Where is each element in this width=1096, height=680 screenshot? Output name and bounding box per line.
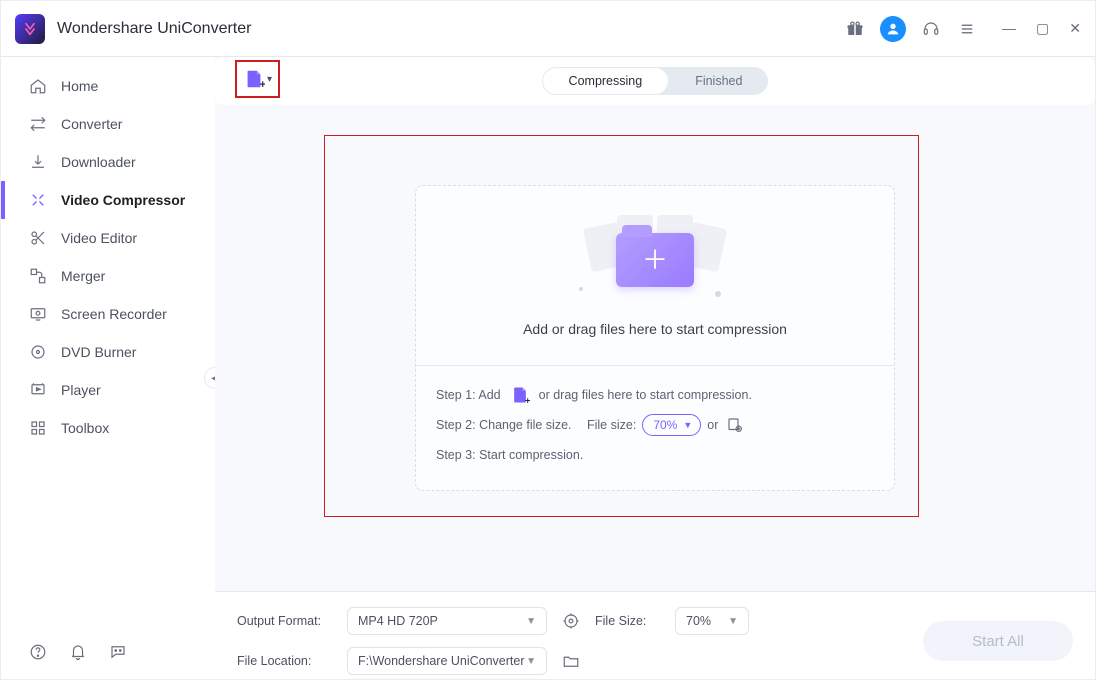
title-bar: Wondershare UniConverter — ▢ ✕ xyxy=(1,1,1095,57)
drop-text: Add or drag files here to start compress… xyxy=(523,321,787,337)
sidebar-item-home[interactable]: Home xyxy=(1,67,215,105)
account-avatar[interactable] xyxy=(880,16,906,42)
step2-text-a: Step 2: Change file size. xyxy=(436,418,572,432)
sidebar-item-downloader[interactable]: Downloader xyxy=(1,143,215,181)
sidebar-item-label: Player xyxy=(61,382,101,398)
sidebar-item-label: DVD Burner xyxy=(61,344,136,360)
output-format-select[interactable]: MP4 HD 720P ▼ xyxy=(347,607,547,635)
sidebar: Home Converter Downloader Video Compress… xyxy=(1,57,215,679)
folder-icon: ＋ xyxy=(616,233,694,287)
editor-icon xyxy=(29,229,47,247)
add-file-icon: + xyxy=(510,385,530,405)
start-all-button[interactable]: Start All xyxy=(923,621,1073,661)
toolbar: + ▾ Compressing Finished xyxy=(215,57,1095,105)
app-logo xyxy=(15,14,45,44)
merger-icon xyxy=(29,267,47,285)
sidebar-item-player[interactable]: Player xyxy=(1,371,215,409)
sidebar-item-label: Video Editor xyxy=(61,230,137,246)
file-size-pill[interactable]: 70% ▼ xyxy=(642,414,701,436)
file-size-value-footer: 70% xyxy=(686,614,711,628)
downloader-icon xyxy=(29,153,47,171)
support-icon[interactable] xyxy=(920,18,942,40)
file-location-label: File Location: xyxy=(237,654,337,668)
step-2: Step 2: Change file size. File size: 70%… xyxy=(436,410,874,440)
file-location-select[interactable]: F:\Wondershare UniConverter ▼ xyxy=(347,647,547,675)
plus-icon: ＋ xyxy=(642,247,668,273)
step-1: Step 1: Add + or drag files here to star… xyxy=(436,380,874,410)
chevron-down-icon: ▾ xyxy=(267,74,272,85)
steps: Step 1: Add + or drag files here to star… xyxy=(416,366,894,490)
sidebar-item-label: Home xyxy=(61,78,98,94)
recorder-icon xyxy=(29,305,47,323)
drop-zone[interactable]: ＋ Add or drag files here to start compre… xyxy=(416,186,894,366)
sidebar-item-label: Video Compressor xyxy=(61,192,185,208)
compressor-icon xyxy=(29,191,47,209)
file-size-value: 70% xyxy=(653,418,677,432)
output-settings-icon[interactable] xyxy=(557,612,585,630)
tab-compressing[interactable]: Compressing xyxy=(542,67,670,95)
svg-text:+: + xyxy=(260,79,266,90)
sidebar-item-toolbox[interactable]: Toolbox xyxy=(1,409,215,447)
drop-card: ＋ Add or drag files here to start compre… xyxy=(415,185,895,491)
tab-finished[interactable]: Finished xyxy=(669,67,768,95)
sidebar-item-label: Toolbox xyxy=(61,420,109,436)
svg-text:+: + xyxy=(525,395,530,405)
tabs: Compressing Finished xyxy=(542,67,769,95)
sidebar-item-video-compressor[interactable]: Video Compressor xyxy=(1,181,215,219)
feedback-icon[interactable] xyxy=(109,643,127,661)
add-file-button[interactable]: + ▾ xyxy=(235,60,280,98)
sidebar-item-label: Merger xyxy=(61,268,105,284)
step1-text-a: Step 1: Add xyxy=(436,388,501,402)
sidebar-item-label: Screen Recorder xyxy=(61,306,167,322)
add-file-icon: + xyxy=(243,68,265,90)
maximize-button[interactable]: ▢ xyxy=(1036,20,1049,37)
chevron-down-icon: ▼ xyxy=(728,616,738,627)
chevron-down-icon: ▼ xyxy=(683,420,692,430)
converter-icon xyxy=(29,115,47,133)
sidebar-item-dvd-burner[interactable]: DVD Burner xyxy=(1,333,215,371)
step2-or: or xyxy=(707,418,718,432)
home-icon xyxy=(29,77,47,95)
sidebar-item-video-editor[interactable]: Video Editor xyxy=(1,219,215,257)
sidebar-item-label: Converter xyxy=(61,116,122,132)
output-format-value: MP4 HD 720P xyxy=(358,614,438,628)
chevron-down-icon: ▼ xyxy=(526,616,536,627)
menu-icon[interactable] xyxy=(956,18,978,40)
dvd-icon xyxy=(29,343,47,361)
gift-icon[interactable] xyxy=(844,18,866,40)
notification-icon[interactable] xyxy=(69,643,87,661)
open-folder-icon[interactable] xyxy=(557,652,585,670)
chevron-down-icon: ▼ xyxy=(526,656,536,667)
help-icon[interactable] xyxy=(29,643,47,661)
player-icon xyxy=(29,381,47,399)
step1-text-b: or drag files here to start compression. xyxy=(539,388,752,402)
output-format-label: Output Format: xyxy=(237,614,337,628)
toolbox-icon xyxy=(29,419,47,437)
file-size-label: File Size: xyxy=(595,614,665,628)
step-3: Step 3: Start compression. xyxy=(436,440,874,470)
file-size-select[interactable]: 70% ▼ xyxy=(675,607,749,635)
step3-text: Step 3: Start compression. xyxy=(436,448,583,462)
folder-graphic: ＋ xyxy=(575,215,735,305)
main-area: + ▾ Compressing Finished ＋ Add or drag f… xyxy=(215,57,1095,679)
content-area: ＋ Add or drag files here to start compre… xyxy=(215,105,1095,591)
footer: Output Format: MP4 HD 720P ▼ File Size: … xyxy=(215,591,1095,679)
file-location-value: F:\Wondershare UniConverter xyxy=(358,654,525,668)
minimize-button[interactable]: — xyxy=(1002,20,1016,37)
sidebar-item-merger[interactable]: Merger xyxy=(1,257,215,295)
sidebar-item-label: Downloader xyxy=(61,154,136,170)
sidebar-item-converter[interactable]: Converter xyxy=(1,105,215,143)
sidebar-item-screen-recorder[interactable]: Screen Recorder xyxy=(1,295,215,333)
step2-text-b: File size: xyxy=(587,418,636,432)
close-button[interactable]: ✕ xyxy=(1069,20,1081,37)
app-title: Wondershare UniConverter xyxy=(57,20,251,38)
settings-icon[interactable] xyxy=(726,416,744,434)
